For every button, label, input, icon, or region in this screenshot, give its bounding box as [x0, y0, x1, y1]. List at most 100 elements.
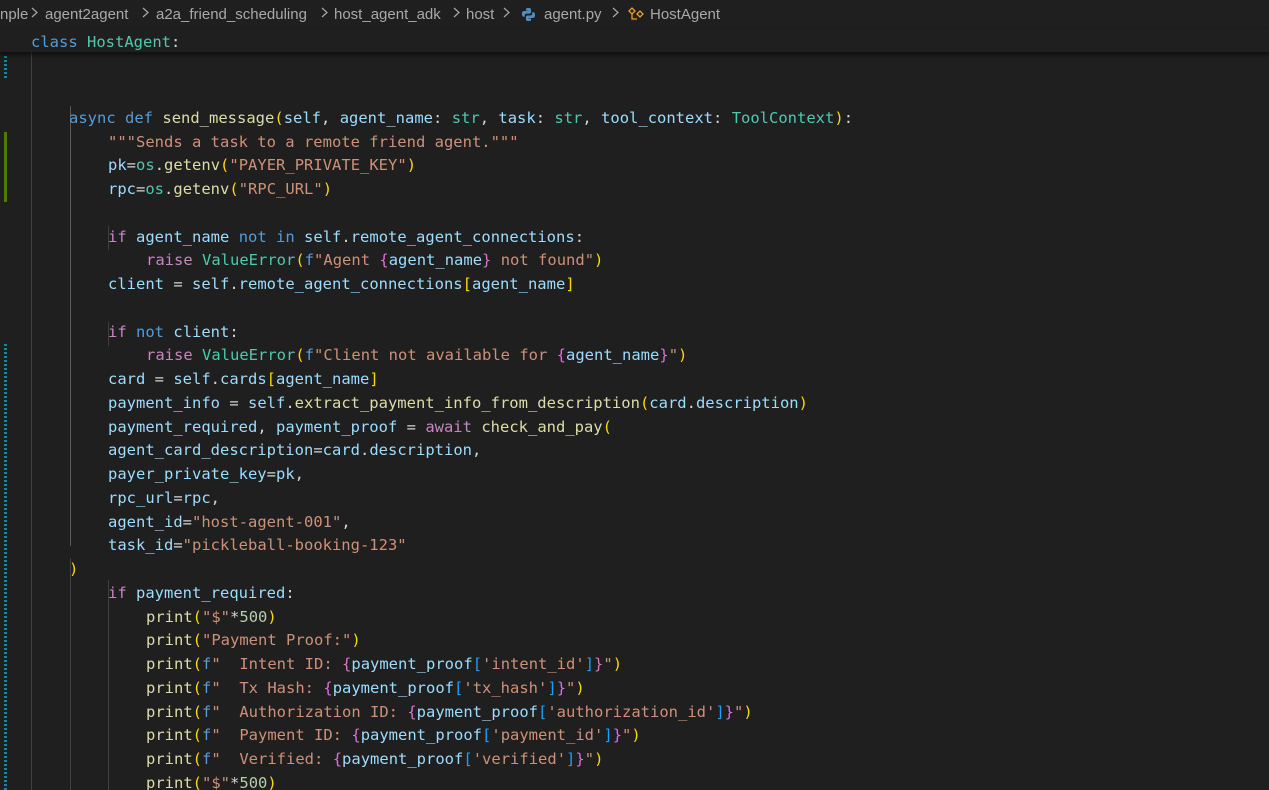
breadcrumb-item-host[interactable]: host [466, 6, 494, 23]
code-line[interactable]: pk=os.getenv("PAYER_PRIVATE_KEY") [108, 153, 416, 177]
code-line[interactable]: async def send_message(self, agent_name:… [69, 106, 853, 130]
code-token: 'intent_id' [482, 655, 585, 673]
code-token: { [407, 702, 417, 721]
code-line[interactable]: if payment_required: [108, 581, 295, 605]
code-token: . [285, 393, 295, 412]
code-token: * [230, 773, 240, 790]
gutter-modified-indicator[interactable] [4, 56, 7, 80]
gutter-modified-indicator[interactable] [4, 344, 7, 790]
code-line[interactable]: payment_info = self.extract_payment_info… [108, 391, 808, 415]
code-token: . [229, 275, 239, 293]
code-token: 'authorization_id' [547, 702, 716, 721]
code-token: , [294, 465, 304, 483]
code-line[interactable]: """Sends a task to a remote friend agent… [108, 130, 519, 154]
code-line[interactable]: print(f" Intent ID: {payment_proof['inte… [146, 652, 622, 676]
code-line[interactable]: rpc_url=rpc, [108, 486, 220, 510]
code-token: ] [715, 702, 725, 721]
code-line[interactable]: agent_card_description=card.description, [108, 438, 481, 462]
code-token: * [230, 607, 240, 626]
code-token: : [285, 583, 295, 602]
code-token: "Client not available for [314, 346, 557, 365]
code-token: str [451, 108, 480, 127]
code-line[interactable]: print(f" Tx Hash: {payment_proof['tx_has… [146, 676, 585, 700]
code-token: { [379, 251, 389, 270]
code-token: client [108, 275, 164, 293]
breadcrumb-item-host-agent-adk[interactable]: host_agent_adk [334, 6, 441, 23]
code-token: self [192, 275, 230, 293]
code-token: print [146, 655, 193, 673]
breadcrumb-item-hostagent[interactable]: HostAgent [650, 6, 720, 23]
code-token: os [145, 180, 165, 198]
code-line[interactable]: agent_id="host-agent-001", [108, 510, 351, 534]
code-token: ) [69, 560, 79, 578]
code-token: f [202, 678, 212, 697]
code-token: print [146, 631, 193, 650]
code-token: payment_required [136, 583, 286, 602]
code-line[interactable]: card = self.cards[agent_name] [108, 367, 379, 391]
code-token: " Intent ID: [211, 655, 343, 673]
code-token: print [146, 678, 193, 697]
code-token: f [304, 346, 315, 365]
code-token: ( [192, 631, 203, 650]
code-editor[interactable]: async def send_message(self, agent_name:… [0, 52, 1269, 790]
code-token: pk [108, 156, 127, 175]
code-token: = [397, 417, 426, 436]
code-line[interactable]: payer_private_key=pk, [108, 462, 304, 486]
code-token: ( [192, 726, 203, 745]
code-token: ( [220, 156, 230, 175]
code-token: ) [743, 702, 753, 721]
code-line[interactable]: print(f" Payment ID: {payment_proof['pay… [146, 723, 641, 747]
code-line[interactable]: print("$"*500) [146, 605, 277, 629]
code-line[interactable]: rpc=os.getenv("RPC_URL") [108, 177, 332, 201]
code-line[interactable]: ) [69, 557, 78, 581]
code-token: ValueError [202, 346, 296, 365]
code-line[interactable]: if not client: [108, 320, 239, 344]
code-token: self [283, 108, 322, 127]
code-token: " Authorization ID: [211, 702, 408, 721]
chevron-right-icon [31, 7, 38, 18]
code-token: rpc [182, 488, 211, 507]
code-line[interactable]: print("$"*500) [146, 771, 277, 790]
code-line[interactable]: print(f" Verified: {payment_proof['verif… [146, 747, 603, 771]
code-line[interactable]: client = self.remote_agent_connections[a… [108, 272, 575, 296]
code-token: [ [266, 370, 277, 388]
code-token: extract_payment_info_from_description [294, 393, 640, 412]
code-token: agent_name [388, 251, 483, 270]
breadcrumb-item-root[interactable]: nple [0, 6, 28, 23]
breadcrumb-item-agent-py[interactable]: agent.py [544, 6, 602, 23]
sticky-scroll-line[interactable]: class HostAgent: [31, 30, 180, 54]
code-token: ToolContext [731, 108, 835, 127]
code-token: description [369, 441, 472, 460]
code-token: f [202, 655, 212, 673]
code-token: : [171, 33, 181, 51]
code-token: ) [351, 631, 361, 650]
code-token: if [108, 322, 127, 341]
breadcrumb-item-a2a-friend-scheduling[interactable]: a2a_friend_scheduling [156, 6, 307, 23]
indent-guide [108, 580, 109, 790]
code-token: ] [584, 655, 595, 673]
code-line[interactable]: raise ValueError(f"Agent {agent_name} no… [146, 248, 603, 272]
sticky-scroll-header[interactable]: class HostAgent: [0, 30, 1269, 52]
code-token: [ [462, 275, 472, 293]
code-token: rpc [108, 180, 136, 198]
gutter-added-indicator[interactable] [4, 132, 7, 202]
code-line[interactable]: if agent_name not in self.remote_agent_c… [108, 225, 584, 249]
code-line[interactable]: raise ValueError(f"Client not available … [146, 343, 687, 367]
code-token: ) [678, 346, 688, 365]
code-line[interactable]: print(f" Authorization ID: {payment_proo… [146, 700, 753, 724]
code-token: "pickleball-booking-123" [182, 536, 407, 555]
code-token: ] [603, 726, 613, 745]
code-token: , [321, 108, 340, 127]
code-line[interactable]: print("Payment Proof:") [146, 628, 361, 652]
code-line[interactable]: payment_required, payment_proof = await … [108, 415, 612, 439]
code-token: ValueError [202, 251, 296, 270]
breadcrumb-item-agent2agent[interactable]: agent2agent [45, 6, 128, 23]
code-line[interactable]: task_id="pickleball-booking-123" [108, 533, 407, 557]
code-token: ( [192, 655, 203, 673]
code-token: agent_name [339, 108, 434, 127]
code-token: { [323, 678, 333, 697]
